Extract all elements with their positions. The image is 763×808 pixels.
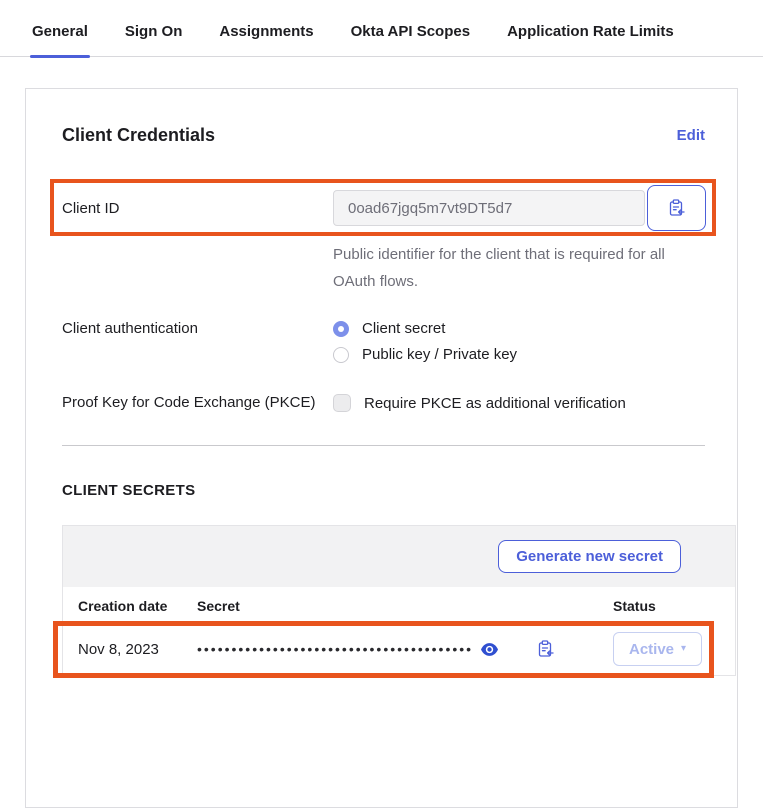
client-authentication-row: Client authentication Client secret Publ… [62, 320, 705, 363]
radio-label: Public key / Private key [362, 346, 517, 363]
secrets-table-toolbar: Generate new secret [63, 526, 735, 587]
status-badge: Active [629, 641, 674, 658]
radio-label: Client secret [362, 320, 445, 337]
radio-option-client-secret[interactable]: Client secret [333, 320, 517, 337]
client-id-field-group [333, 185, 706, 231]
chevron-down-icon: ▾ [681, 644, 686, 654]
radio-client-secret[interactable] [333, 321, 349, 337]
section-title: Client Credentials [62, 125, 215, 146]
column-header-secret: Secret [197, 598, 613, 614]
radio-option-public-private-key[interactable]: Public key / Private key [333, 346, 517, 363]
tab-sign-on[interactable]: Sign On [123, 10, 185, 56]
radio-public-private-key[interactable] [333, 347, 349, 363]
general-settings-panel: Client Credentials Edit Client ID P [25, 88, 738, 808]
tab-application-rate-limits[interactable]: Application Rate Limits [505, 10, 676, 56]
generate-new-secret-button[interactable]: Generate new secret [498, 540, 681, 573]
eye-icon [481, 643, 498, 656]
copy-secret-button[interactable] [538, 640, 554, 658]
secret-creation-date: Nov 8, 2023 [78, 641, 197, 658]
client-id-label: Client ID [62, 200, 333, 217]
masked-secret-value: •••••••••••••••••••••••••••••••••••••••• [197, 641, 473, 657]
clipboard-copy-icon [669, 199, 685, 217]
client-authentication-label: Client authentication [62, 320, 333, 363]
secrets-table-header: Creation date Secret Status [63, 587, 735, 623]
client-authentication-options: Client secret Public key / Private key [333, 320, 517, 363]
status-dropdown-button[interactable]: Active ▾ [613, 632, 702, 666]
client-id-input[interactable] [333, 190, 645, 226]
client-id-help-text: Public identifier for the client that is… [333, 241, 678, 295]
section-divider [62, 445, 705, 446]
pkce-checkbox-label: Require PKCE as additional verification [364, 395, 626, 412]
pkce-label: Proof Key for Code Exchange (PKCE) [62, 394, 333, 411]
tab-bar: General Sign On Assignments Okta API Sco… [0, 0, 763, 57]
table-row: Nov 8, 2023 ••••••••••••••••••••••••••••… [63, 623, 735, 675]
client-credentials-header: Client Credentials Edit [62, 125, 705, 146]
edit-link[interactable]: Edit [677, 127, 705, 144]
status-cell: Active ▾ [613, 632, 735, 666]
client-secrets-title: CLIENT SECRETS [62, 482, 705, 499]
pkce-checkbox-option[interactable]: Require PKCE as additional verification [333, 394, 626, 412]
clipboard-copy-icon [538, 640, 554, 658]
client-id-row: Client ID [62, 184, 705, 232]
pkce-checkbox[interactable] [333, 394, 351, 412]
column-header-status: Status [613, 598, 735, 614]
column-header-creation-date: Creation date [78, 598, 197, 614]
reveal-secret-button[interactable] [481, 643, 498, 656]
copy-client-id-button[interactable] [647, 185, 706, 231]
tab-general[interactable]: General [30, 10, 90, 56]
secret-cell: •••••••••••••••••••••••••••••••••••••••• [197, 640, 613, 658]
pkce-row: Proof Key for Code Exchange (PKCE) Requi… [62, 394, 705, 412]
tab-okta-api-scopes[interactable]: Okta API Scopes [349, 10, 473, 56]
tab-assignments[interactable]: Assignments [217, 10, 315, 56]
client-secrets-table: Generate new secret Creation date Secret… [62, 525, 736, 676]
